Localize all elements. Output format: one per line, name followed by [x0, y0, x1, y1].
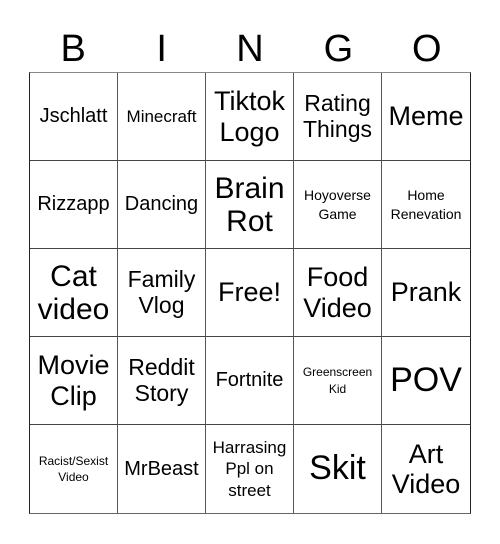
- bingo-cell-label: Meme: [388, 101, 464, 132]
- bingo-cell-r1-c1[interactable]: Jschlatt: [30, 73, 118, 161]
- bingo-cell-label: Family Vlog: [127, 265, 196, 318]
- header-letter-o: O: [412, 28, 442, 70]
- bingo-cell-label: Home Renevation: [390, 187, 462, 222]
- bingo-cell-r1-c5[interactable]: Meme: [382, 73, 470, 161]
- bingo-cell-label: Reddit Story: [128, 353, 195, 406]
- header-letter-b: B: [60, 28, 86, 70]
- bingo-cell-r5-c5[interactable]: Art Video: [382, 425, 470, 513]
- bingo-cell-r3-c1[interactable]: Cat video: [30, 249, 118, 337]
- bingo-cell-label: Rizzapp: [37, 193, 110, 216]
- bingo-cell-label: Art Video: [391, 438, 461, 499]
- bingo-cell-label: Tiktok Logo: [213, 86, 285, 147]
- bingo-cell-r2-c3[interactable]: Brain Rot: [206, 161, 294, 249]
- bingo-cell-label: Food Video: [303, 262, 372, 323]
- bingo-cell-r4-c3[interactable]: Fortnite: [206, 337, 294, 425]
- bingo-cell-r5-c4[interactable]: Skit: [294, 425, 382, 513]
- bingo-cell-label: MrBeast: [124, 457, 199, 480]
- bingo-cell-r5-c3[interactable]: Harrasing Ppl on street: [206, 425, 294, 513]
- bingo-header: B I N G O: [29, 26, 471, 72]
- header-letter-i: I: [156, 28, 167, 70]
- bingo-cell-label: Harrasing Ppl on street: [212, 438, 287, 500]
- bingo-cell-label: Jschlatt: [39, 105, 108, 128]
- bingo-cell-r3-c4[interactable]: Food Video: [294, 249, 382, 337]
- bingo-cell-label: Brain Rot: [214, 171, 285, 238]
- bingo-cell-label: Dancing: [124, 193, 199, 216]
- bingo-cell-label: Prank: [390, 277, 462, 308]
- bingo-cell-label: Skit: [309, 449, 366, 488]
- bingo-cell-r4-c4[interactable]: Greenscreen Kid: [294, 337, 382, 425]
- bingo-cell-r3-c2[interactable]: Family Vlog: [118, 249, 206, 337]
- bingo-cell-label: Fortnite: [215, 369, 284, 392]
- bingo-cell-r4-c2[interactable]: Reddit Story: [118, 337, 206, 425]
- bingo-cell-label: Minecraft: [126, 106, 197, 126]
- bingo-cell-r1-c2[interactable]: Minecraft: [118, 73, 206, 161]
- bingo-cell-label: POV: [390, 360, 462, 399]
- bingo-cell-r5-c1[interactable]: Racist/Sexist Video: [30, 425, 118, 513]
- bingo-grid: Jschlatt Minecraft Tiktok Logo Rating Thing…: [29, 72, 471, 514]
- bingo-cell-label: Cat video: [37, 259, 110, 326]
- bingo-cell-r2-c5[interactable]: Home Renevation: [382, 161, 470, 249]
- bingo-cell-label: Greenscreen Kid: [302, 365, 373, 396]
- bingo-cell-r1-c3[interactable]: Tiktok Logo: [206, 73, 294, 161]
- header-letter-n: N: [236, 28, 264, 70]
- free-space-cell[interactable]: Free!: [206, 249, 294, 337]
- header-letter-g: G: [323, 28, 354, 70]
- bingo-cell-label: Racist/Sexist Video: [38, 453, 109, 484]
- bingo-cell-label: Free!: [217, 277, 282, 308]
- bingo-cell-r4-c5[interactable]: POV: [382, 337, 470, 425]
- bingo-cell-label: Movie Clip: [37, 350, 110, 411]
- bingo-cell-label: Hoyoverse Game: [304, 187, 371, 222]
- bingo-cell-r5-c2[interactable]: MrBeast: [118, 425, 206, 513]
- bingo-cell-r1-c4[interactable]: Rating Things: [294, 73, 382, 161]
- bingo-cell-r2-c1[interactable]: Rizzapp: [30, 161, 118, 249]
- bingo-cell-r2-c2[interactable]: Dancing: [118, 161, 206, 249]
- bingo-cell-r4-c1[interactable]: Movie Clip: [30, 337, 118, 425]
- bingo-cell-label: Rating Things: [302, 89, 373, 142]
- bingo-cell-r2-c4[interactable]: Hoyoverse Game: [294, 161, 382, 249]
- bingo-cell-r3-c5[interactable]: Prank: [382, 249, 470, 337]
